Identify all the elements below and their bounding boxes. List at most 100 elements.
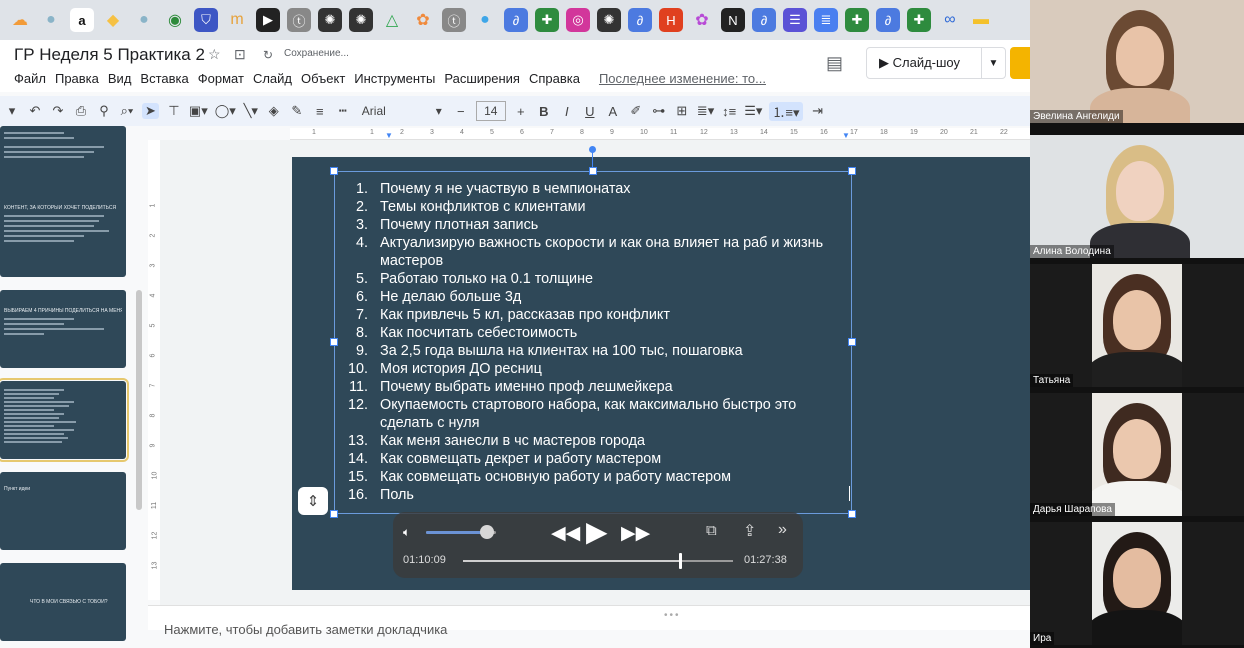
slide-thumbnail[interactable]: ЧТО В МОЙ СВЯЗЬЮ С ТОБОЙ?: [0, 563, 126, 641]
move-folder-icon[interactable]: ⊡: [234, 46, 246, 63]
slide-thumbnail[interactable]: КОНТЕНТ, ЗА КОТОРЫЙ ХОЧЕТ ПОДЕЛИТЬСЯ: [0, 199, 126, 277]
slide-thumbnail[interactable]: Пункт идеи: [0, 472, 126, 550]
slideshow-button[interactable]: ▶ Слайд-шоу ▼: [866, 47, 1006, 79]
increase-font-icon[interactable]: +: [513, 104, 529, 119]
indent-marker-icon[interactable]: ▼: [842, 131, 850, 140]
image-icon[interactable]: ▣▾: [189, 103, 208, 119]
plus-icon[interactable]: ✚: [535, 8, 559, 32]
chevron-down-icon[interactable]: ▼: [981, 48, 1005, 78]
t-circle-icon[interactable]: ⓣ: [287, 8, 311, 32]
share-icon[interactable]: ⇪: [743, 521, 756, 541]
slide-thumbnail-selected[interactable]: [0, 378, 129, 462]
menu-item[interactable]: Правка: [55, 71, 99, 86]
list-item[interactable]: 5. Работаю только на 0.1 толщине: [340, 270, 850, 288]
list-item[interactable]: 16. Поль: [340, 486, 850, 504]
folder-icon[interactable]: ▬: [969, 8, 993, 32]
slide-thumbnail[interactable]: [0, 126, 126, 204]
list-item[interactable]: 10. Моя история ДО ресниц: [340, 360, 850, 378]
font-select[interactable]: Arial ▾: [358, 104, 446, 118]
slide-thumbnail[interactable]: ВЫБИРАЕМ 4 ПРИЧИНЫ ПОДЕЛИТЬСЯ НА МЕНЯ: [0, 290, 126, 368]
flower-icon[interactable]: ✿: [411, 8, 435, 32]
link-icon[interactable]: ∂: [504, 8, 528, 32]
menu-item[interactable]: Вставка: [140, 71, 188, 86]
list-item[interactable]: 12. Окупаемость стартового набора, как ма…: [340, 396, 850, 432]
filmstrip-scrollbar[interactable]: [136, 290, 142, 510]
meta-icon[interactable]: ∞: [938, 8, 962, 32]
chatgpt-icon[interactable]: ✺: [349, 8, 373, 32]
resize-handle[interactable]: [330, 510, 338, 518]
underline-icon[interactable]: U: [582, 104, 598, 119]
link-icon[interactable]: ∂: [628, 8, 652, 32]
list-item[interactable]: 8. Как посчитать себестоимость: [340, 324, 850, 342]
dot-icon[interactable]: ●: [132, 8, 156, 32]
menu-item[interactable]: Объект: [301, 71, 345, 86]
italic-icon[interactable]: I: [559, 104, 575, 119]
volume-icon[interactable]: 🔈︎: [403, 525, 410, 540]
link-icon[interactable]: ∂: [876, 8, 900, 32]
link-icon[interactable]: ⊶: [651, 103, 667, 119]
participant-tile[interactable]: Дарья Шарапова: [1030, 393, 1244, 519]
speaker-notes-panel[interactable]: ••• Нажмите, чтобы добавить заметки докл…: [148, 605, 1030, 637]
cloud-icon[interactable]: ☁: [8, 8, 32, 32]
document-title[interactable]: ГР Неделя 5 Практика 2: [14, 45, 205, 65]
eye-icon[interactable]: ◉: [163, 8, 187, 32]
comments-icon[interactable]: ▤: [826, 53, 843, 74]
highlight-icon[interactable]: ✐: [628, 103, 644, 119]
last-edit-link[interactable]: Последнее изменение: то...: [599, 71, 766, 86]
text-box-icon[interactable]: ⊤: [166, 103, 182, 119]
border-color-icon[interactable]: ✎: [289, 103, 305, 119]
resize-handle[interactable]: [330, 338, 338, 346]
tm-icon[interactable]: m: [225, 8, 249, 32]
picture-in-picture-icon[interactable]: ⧉: [706, 522, 717, 539]
paint-format-icon[interactable]: ⚲: [96, 103, 112, 119]
border-dash-icon[interactable]: ┅: [335, 103, 351, 119]
chatgpt-icon[interactable]: ✺: [318, 8, 342, 32]
docs-icon[interactable]: ≣: [814, 8, 838, 32]
flower-icon[interactable]: ✿: [690, 8, 714, 32]
bold-icon[interactable]: B: [536, 104, 552, 119]
indent-marker-icon[interactable]: ▼: [385, 131, 393, 140]
diamond-icon[interactable]: ◆: [101, 8, 125, 32]
menu-item[interactable]: Файл: [14, 71, 46, 86]
resize-handle[interactable]: [330, 167, 338, 175]
border-weight-icon[interactable]: ≡: [312, 104, 328, 119]
rotate-handle[interactable]: [589, 146, 596, 153]
list-item[interactable]: 4. Актуализирую важность скорости и как о…: [340, 234, 850, 270]
font-size-input[interactable]: 14: [475, 101, 506, 121]
list-item[interactable]: 6. Не делаю больше 3д: [340, 288, 850, 306]
menu-item[interactable]: Расширения: [444, 71, 520, 86]
comment-icon[interactable]: ⊞: [674, 103, 690, 119]
h-icon[interactable]: H: [659, 8, 683, 32]
drive-icon[interactable]: △: [380, 8, 404, 32]
select-icon[interactable]: ➤: [142, 103, 159, 119]
list-item[interactable]: 15. Как совмещать основную работу и работ…: [340, 468, 850, 486]
play-icon[interactable]: ▶: [256, 8, 280, 32]
list-item[interactable]: 7. Как привлечь 5 кл, рассказав про конфл…: [340, 306, 850, 324]
t-circle-icon[interactable]: ⓣ: [442, 8, 466, 32]
resize-handle[interactable]: [848, 510, 856, 518]
list-item[interactable]: 2. Темы конфликтов с клиентами: [340, 198, 850, 216]
instagram-icon[interactable]: ◎: [566, 8, 590, 32]
star-icon[interactable]: ☆: [208, 46, 221, 63]
list-item[interactable]: 11. Почему выбрать именно проф лешмейкера: [340, 378, 850, 396]
share-button[interactable]: [1010, 47, 1030, 79]
participant-tile[interactable]: Татьяна: [1030, 264, 1244, 390]
participant-tile[interactable]: Ира: [1030, 522, 1244, 648]
rewind-icon[interactable]: ◀◀: [551, 522, 580, 545]
print-icon[interactable]: ⎙: [73, 103, 89, 119]
decrease-font-icon[interactable]: −: [453, 104, 469, 119]
add-slide-dropdown-icon[interactable]: ▾: [4, 103, 20, 119]
shield-icon[interactable]: ⛉: [194, 8, 218, 32]
menu-item[interactable]: Вид: [108, 71, 132, 86]
resize-handle[interactable]: [848, 167, 856, 175]
plus-icon[interactable]: ✚: [845, 8, 869, 32]
bulleted-list-icon[interactable]: ☰▾: [744, 103, 762, 119]
numbered-list-icon[interactable]: ⒈≡▾: [769, 101, 803, 121]
resize-handle[interactable]: [589, 167, 597, 175]
slide-numbered-list[interactable]: 1. Почему я не участвую в чемпионатах 2. Те…: [340, 180, 850, 504]
seek-knob[interactable]: [679, 553, 682, 569]
redo-icon[interactable]: ↷: [50, 103, 66, 119]
indent-icon[interactable]: ⇥: [810, 103, 826, 119]
circle-icon[interactable]: ●: [473, 8, 497, 32]
resize-grip-icon[interactable]: •••: [664, 610, 681, 621]
